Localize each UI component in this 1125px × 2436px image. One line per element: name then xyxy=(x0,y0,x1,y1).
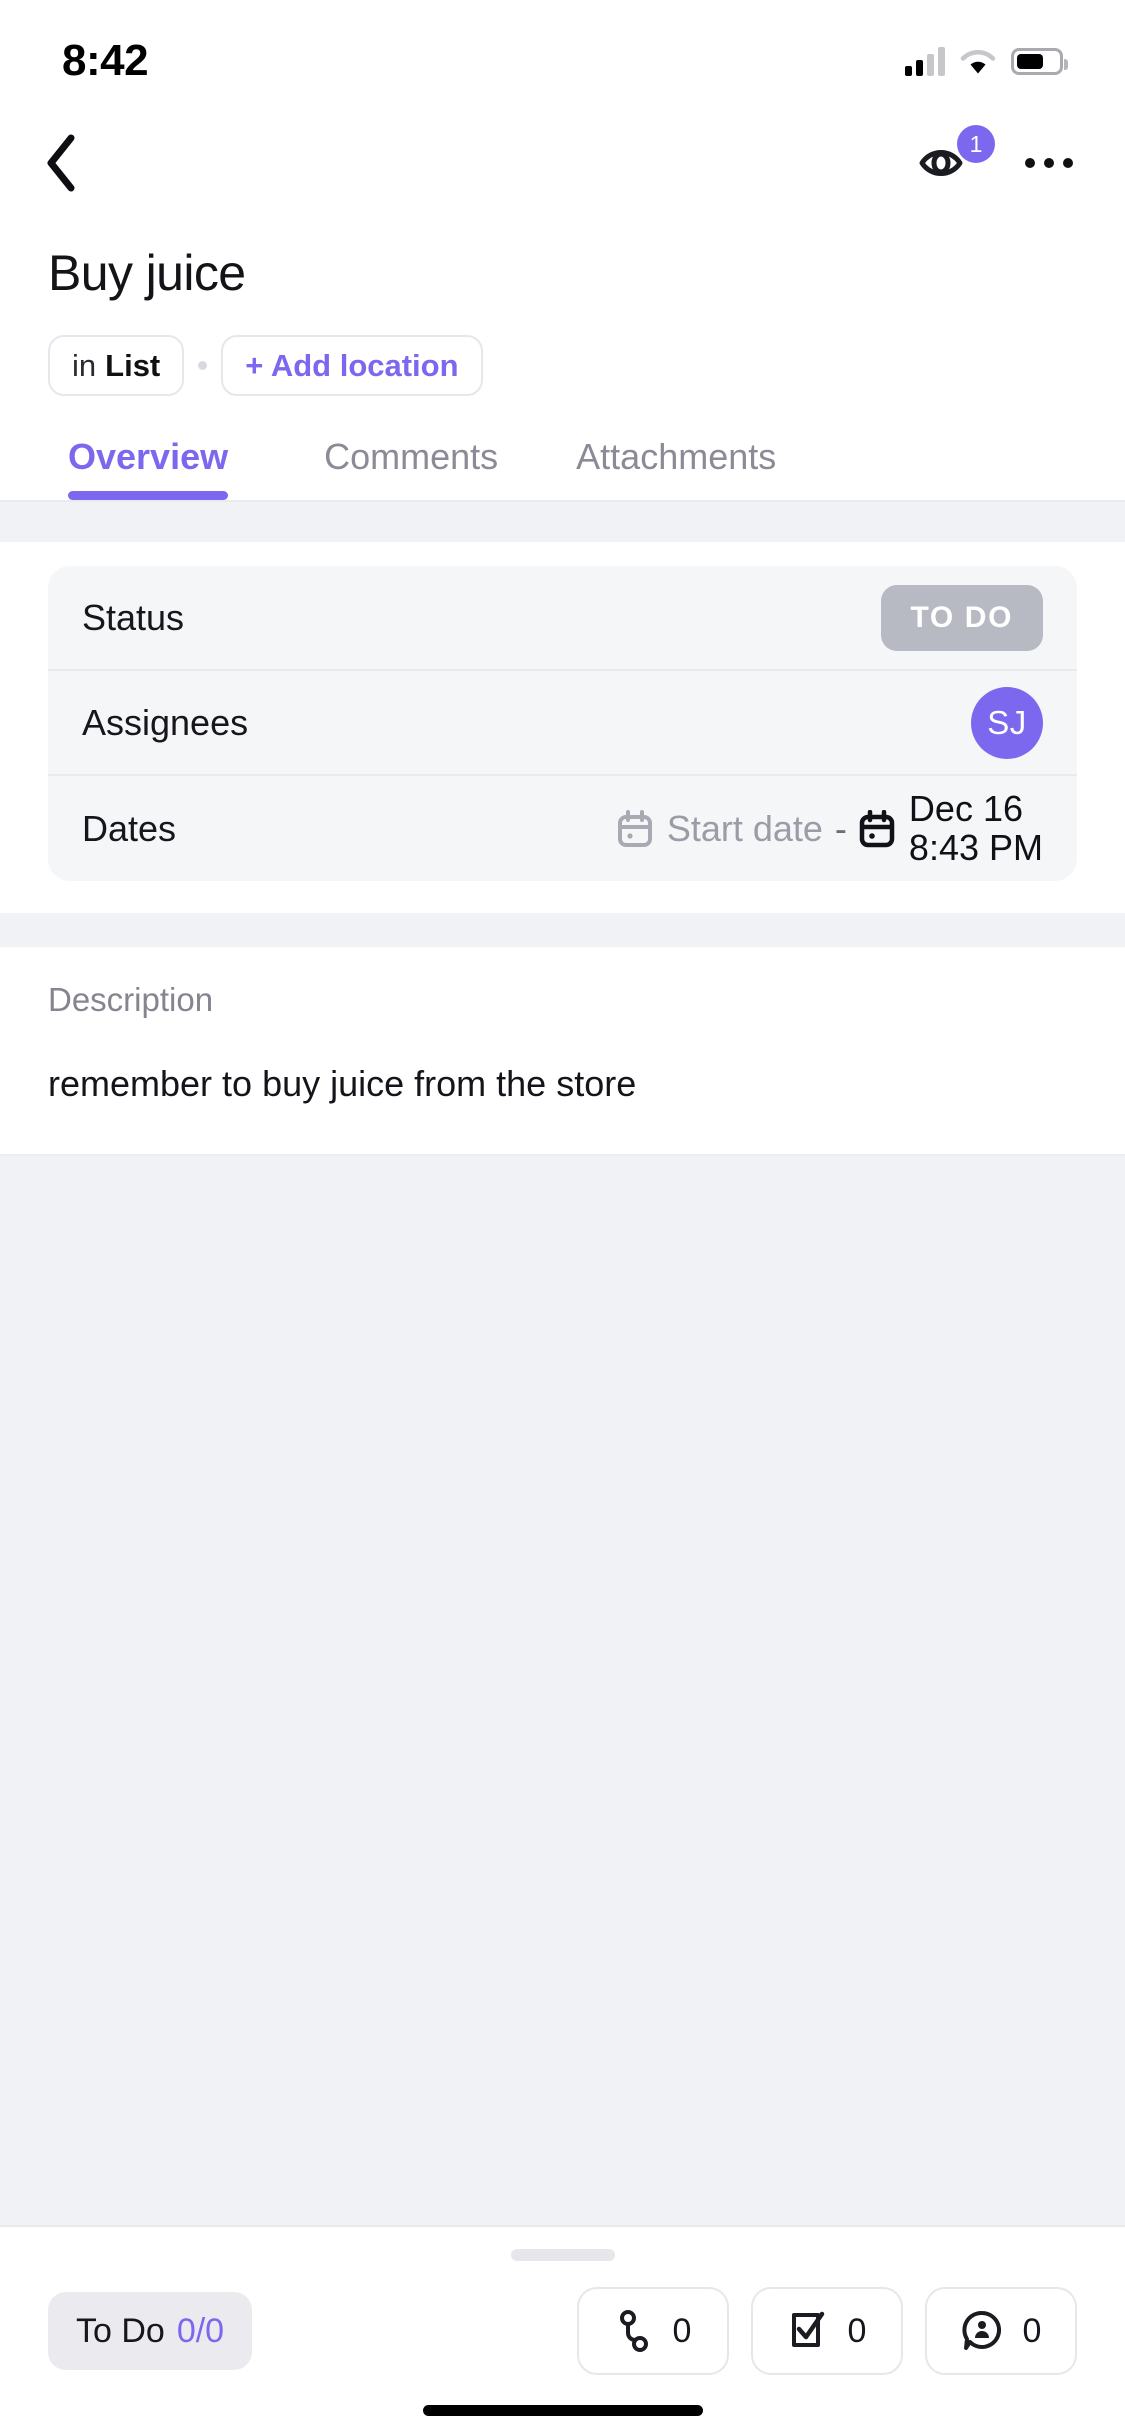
list-chip-prefix: in xyxy=(72,348,97,383)
bottom-action-buttons: 0 0 0 xyxy=(577,2287,1077,2375)
subtask-progress-count: 0/0 xyxy=(176,2312,225,2350)
subtask-count: 0 xyxy=(847,2312,867,2350)
subtask-status-label: To Do xyxy=(76,2312,165,2350)
battery-icon xyxy=(1011,47,1068,75)
tab-attachments[interactable]: Attachments xyxy=(576,436,776,500)
due-date-time: 8:43 PM xyxy=(908,826,1043,868)
dependency-link-icon xyxy=(615,2309,653,2353)
dependency-count: 0 xyxy=(672,2312,692,2350)
dates-row[interactable]: Dates Start date - Dec 16 8:43 PM xyxy=(48,776,1077,881)
status-bar: 8:42 xyxy=(0,0,1125,108)
tab-comments[interactable]: Comments xyxy=(324,436,498,500)
status-row[interactable]: Status TO DO xyxy=(48,566,1077,671)
calendar-icon xyxy=(617,809,653,848)
status-badge[interactable]: TO DO xyxy=(880,584,1043,651)
subtask-checkbox-icon xyxy=(788,2309,828,2353)
home-indicator xyxy=(422,2405,703,2416)
calendar-icon xyxy=(859,809,895,848)
mention-comment-icon xyxy=(961,2309,1003,2353)
dates-row-label: Dates xyxy=(82,807,177,849)
dependency-button[interactable]: 0 xyxy=(577,2287,729,2375)
wifi-icon xyxy=(959,47,997,75)
date-range-separator: - xyxy=(834,807,847,849)
back-chevron-icon[interactable] xyxy=(44,134,78,192)
content-top-spacer xyxy=(0,502,1125,542)
bottom-action-bar: To Do 0/0 0 0 0 xyxy=(0,2225,1125,2436)
due-date-day: Dec 16 xyxy=(908,787,1023,829)
chip-separator-dot xyxy=(198,361,208,370)
mention-count: 0 xyxy=(1022,2312,1042,2350)
description-label: Description xyxy=(48,981,214,1018)
start-date-placeholder: Start date xyxy=(666,807,823,849)
task-title[interactable]: Buy juice xyxy=(48,246,1077,301)
subtask-button[interactable]: 0 xyxy=(751,2287,903,2375)
eye-watch-icon[interactable]: 1 xyxy=(917,125,995,185)
description-body[interactable]: remember to buy juice from the store xyxy=(48,1061,1077,1108)
subtask-status-pill[interactable]: To Do 0/0 xyxy=(48,2292,253,2370)
details-section: Status TO DO Assignees SJ Dates Start da… xyxy=(0,542,1125,913)
list-location-chip[interactable]: in List xyxy=(48,335,185,396)
cellular-signal-icon xyxy=(905,46,945,76)
start-date-field[interactable]: Start date xyxy=(617,808,823,850)
status-bar-time: 8:42 xyxy=(62,36,149,85)
assignees-row[interactable]: Assignees SJ xyxy=(48,671,1077,776)
due-date-value: Dec 16 8:43 PM xyxy=(908,787,1043,868)
tab-overview[interactable]: Overview xyxy=(68,436,229,500)
assignees-row-label: Assignees xyxy=(82,701,249,743)
details-card: Status TO DO Assignees SJ Dates Start da… xyxy=(48,566,1077,881)
list-chip-name: List xyxy=(105,348,161,383)
content-filler xyxy=(0,1153,1125,2225)
sheet-grabber[interactable] xyxy=(510,2249,615,2261)
status-bar-indicators xyxy=(905,46,1068,76)
mention-button[interactable]: 0 xyxy=(925,2287,1077,2375)
description-section[interactable]: Description remember to buy juice from t… xyxy=(0,947,1125,1154)
tab-bar: Overview Comments Attachments xyxy=(0,396,1125,500)
avatar[interactable]: SJ xyxy=(971,686,1043,759)
due-date-field[interactable]: Dec 16 8:43 PM xyxy=(859,787,1043,868)
watch-count-badge: 1 xyxy=(957,125,995,163)
task-header: Buy juice xyxy=(0,218,1125,301)
status-row-label: Status xyxy=(82,596,185,638)
more-options-icon[interactable] xyxy=(1025,158,1073,168)
section-spacer xyxy=(0,913,1125,947)
task-meta-chips: in List + Add location xyxy=(0,301,1125,396)
overview-content: Status TO DO Assignees SJ Dates Start da… xyxy=(0,502,1125,2225)
add-location-chip[interactable]: + Add location xyxy=(221,335,483,396)
task-detail-screen: 8:42 1 Buy juice in List + Add location … xyxy=(0,0,1125,2436)
navigation-bar: 1 xyxy=(0,108,1125,218)
